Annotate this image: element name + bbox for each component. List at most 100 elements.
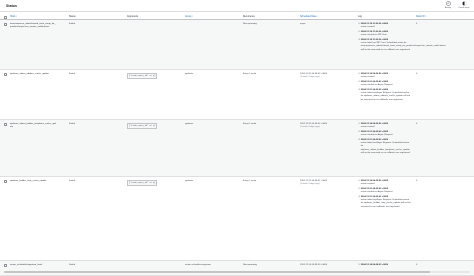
log-entry: 2024-12-21 04:09:02 +0000action started … bbox=[361, 188, 412, 194]
row-claim-id: 0 bbox=[416, 123, 418, 125]
log-entry-text: action started via Async Request bbox=[360, 84, 393, 87]
log-entry: 2024-12-21 04:09:02 +0000action failed v… bbox=[361, 196, 412, 209]
col-recurrence: Recurrence bbox=[243, 15, 255, 18]
log-entry: 2024-12-21 04:09:02 +0000action failed v… bbox=[361, 89, 412, 102]
row-claim-id: 0 bbox=[416, 23, 418, 25]
row-recurrence: Every 1 week bbox=[243, 123, 257, 125]
row-checkbox[interactable] bbox=[4, 180, 7, 183]
row-hook[interactable]: wpforms_admin_addons_cache_update bbox=[10, 73, 56, 76]
log-entry-text: action failed via WP Cron: Scheduled act… bbox=[360, 42, 446, 51]
log-entry-text: action failed via Async Request: Schedul… bbox=[360, 92, 411, 101]
log-entry-date: 2024-12-18 21:00:36 +0000 bbox=[360, 23, 389, 25]
log-entry-date: 2024-12-14 04:09:02 +0000 bbox=[360, 73, 389, 75]
row-scheduled-relative: (1 week 3 days ago) bbox=[300, 183, 320, 186]
row-status: Failed bbox=[69, 180, 75, 182]
finish-setup-button[interactable]: Finish setup bbox=[456, 1, 472, 11]
log-entry-date: 2024-12-18 21:00:36 +0000 bbox=[360, 31, 389, 33]
log-entry-text: action started via WP Cron bbox=[360, 34, 387, 37]
log-entry: 2024-12-18 21:00:36 +0000action started … bbox=[361, 31, 412, 37]
log-entry: 2024-12-18 21:00:36 +0000action failed v… bbox=[360, 39, 446, 52]
col-arguments: Arguments bbox=[127, 15, 139, 18]
row-hook[interactable]: wpforms_builder_help_cache_update bbox=[10, 180, 56, 183]
log-entry-date: 2024-12-14 04:08:03 +0000 bbox=[360, 264, 389, 266]
col-claim-id[interactable]: Claim ID ↕ bbox=[416, 16, 427, 18]
col-group[interactable]: Group ↕ bbox=[185, 16, 193, 18]
log-entry: 2024-12-18 21:00:36 +0000action created bbox=[361, 23, 412, 29]
col-hook[interactable]: Hook ↕ bbox=[10, 16, 17, 18]
row-group: wpforms bbox=[185, 73, 194, 75]
row-scheduled: 2024-12-14 04:09:03 +0000 bbox=[300, 264, 356, 267]
finish-setup-icon bbox=[462, 1, 466, 6]
log-entry-text: action created bbox=[360, 76, 375, 79]
activity-button[interactable]: Activity bbox=[440, 1, 456, 11]
row-scheduled-relative: (1 week 3 days ago) bbox=[300, 76, 320, 79]
log-entry-date: 2024-12-21 04:09:02 +0000 bbox=[360, 89, 389, 91]
row-scheduled: 2024-12-21 04:09:02 +0000 (1 week 3 days … bbox=[300, 123, 356, 129]
row-status: Failed bbox=[69, 123, 75, 125]
row-scheduled-date: 2024-12-21 04:09:02 +0000 bbox=[300, 180, 328, 182]
log-entry-date: 2024-12-21 04:09:02 +0000 bbox=[360, 131, 389, 133]
row-recurrence: Every 1 week bbox=[243, 180, 257, 182]
row-scheduled: 2024-12-21 04:09:02 +0000 (1 week 3 days … bbox=[300, 73, 356, 79]
table-row: wpforms_admin_addons_cache_update Failed… bbox=[0, 70, 474, 120]
log-entry: 2024-12-14 04:08:03 +0000 bbox=[361, 264, 412, 267]
log-entry: 2024-12-21 04:09:02 +0000action started … bbox=[361, 131, 412, 137]
activity-label: Activity bbox=[444, 6, 452, 9]
row-group: wpforms bbox=[185, 123, 194, 125]
row-scheduled-date: async bbox=[300, 23, 306, 25]
row-arguments: ["tasks_meta_id" => 3] bbox=[127, 73, 158, 79]
page-title: Status bbox=[6, 3, 17, 8]
row-log: 2024-12-14 04:09:02 +0000action created … bbox=[358, 73, 412, 103]
col-log: Log bbox=[358, 15, 362, 18]
row-status: Failed bbox=[69, 23, 75, 25]
select-all-checkbox[interactable] bbox=[4, 15, 7, 19]
log-entry-date: 2024-12-21 04:09:02 +0000 bbox=[360, 188, 389, 190]
row-status: Failed bbox=[69, 264, 75, 266]
row-status: Failed bbox=[69, 73, 75, 75]
row-argument-value: ["tasks_meta_id" => 3] bbox=[127, 73, 158, 79]
col-scheduled-date[interactable]: Scheduled Date ↕ bbox=[300, 16, 318, 18]
log-entry-date: 2024-12-21 04:09:02 +0000 bbox=[360, 81, 389, 83]
log-entry-date: 2024-12-14 04:09:02 +0000 bbox=[360, 123, 389, 125]
row-recurrence: Non-repeating bbox=[243, 264, 257, 266]
row-argument-value: ["tasks_meta_id" => 5] bbox=[127, 180, 158, 186]
row-scheduled-date: 2024-12-21 04:09:02 +0000 bbox=[300, 123, 328, 125]
log-entry-text: action failed via Async Request: Schedul… bbox=[360, 142, 411, 154]
row-recurrence: Every 1 week bbox=[243, 73, 257, 75]
table-row: wpforms_builder_help_cache_update Failed… bbox=[0, 177, 474, 261]
col-status: Status bbox=[69, 15, 76, 18]
row-hook[interactable]: action_scheduler/migration_hook bbox=[10, 264, 56, 267]
log-entry-text: action started via Async Request bbox=[360, 191, 393, 194]
table-row: woocommerce_admin/stored_state_setup_for… bbox=[0, 20, 474, 70]
row-log: 2024-12-18 21:00:36 +0000action created … bbox=[358, 23, 446, 53]
table-row: action_scheduler/migration_hook Failed a… bbox=[0, 261, 474, 276]
log-entry: 2024-12-14 04:09:02 +0000action created bbox=[361, 73, 412, 79]
row-recurrence: Non-repeating bbox=[243, 23, 257, 25]
log-entry-date: 2024-12-21 04:09:02 +0000 bbox=[360, 196, 389, 198]
row-log: 2024-12-14 04:08:03 +0000 bbox=[358, 264, 412, 269]
log-entry: 2024-12-14 04:09:02 +0000action created bbox=[361, 180, 412, 186]
row-checkbox[interactable] bbox=[4, 23, 7, 26]
row-claim-id: 0 bbox=[416, 73, 418, 75]
row-hook[interactable]: wpforms_admin_builder_templates_cache_up… bbox=[10, 123, 56, 129]
row-log: 2024-12-14 04:09:02 +0000action created … bbox=[358, 123, 412, 157]
log-entry-date: 2024-12-21 04:09:02 +0000 bbox=[360, 139, 389, 141]
row-checkbox[interactable] bbox=[4, 123, 7, 126]
log-entry: 2024-12-21 04:09:02 +0000action started … bbox=[361, 81, 412, 87]
row-argument-value: ["tasks_meta_id" => 4] bbox=[127, 123, 158, 129]
row-claim-id: 0 bbox=[416, 264, 418, 266]
log-entry-text: action created bbox=[360, 26, 375, 29]
row-scheduled: 2024-12-21 04:09:02 +0000 (1 week 3 days … bbox=[300, 180, 356, 186]
table-row: wpforms_admin_builder_templates_cache_up… bbox=[0, 120, 474, 177]
log-entry-date: 2024-12-14 04:09:02 +0000 bbox=[360, 180, 389, 182]
row-checkbox[interactable] bbox=[4, 264, 7, 267]
row-log: 2024-12-14 04:09:02 +0000action created … bbox=[358, 180, 412, 210]
row-group: wpforms bbox=[185, 180, 194, 182]
row-checkbox[interactable] bbox=[4, 73, 7, 76]
row-hook[interactable]: woocommerce_admin/stored_state_setup_for… bbox=[10, 23, 56, 29]
row-scheduled-date: 2024-12-21 04:09:02 +0000 bbox=[300, 73, 328, 75]
row-scheduled: async bbox=[300, 23, 356, 26]
finish-setup-label: Finish setup bbox=[458, 6, 470, 9]
log-entry: 2024-12-21 04:09:02 +0000action failed v… bbox=[361, 139, 412, 155]
log-entry-date: 2024-12-18 21:00:36 +0000 bbox=[360, 39, 389, 41]
